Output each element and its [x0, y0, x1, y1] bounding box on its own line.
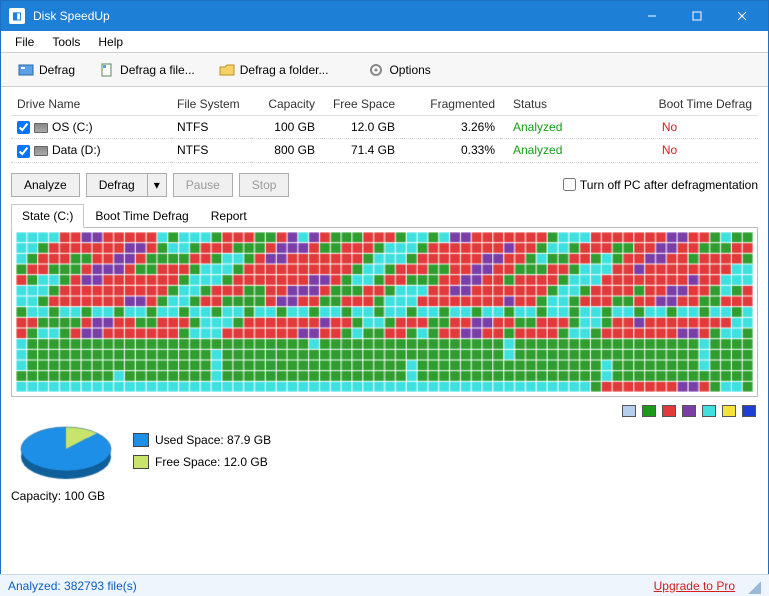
col-boot: Boot Time Defrag [659, 97, 752, 111]
free-space-item: Free Space: 12.0 GB [133, 455, 271, 469]
maximize-button[interactable] [674, 1, 719, 31]
free-swatch [133, 455, 149, 469]
fragmentation-grid [16, 232, 753, 392]
minimize-button[interactable] [629, 1, 674, 31]
free-label: Free Space: 12.0 GB [155, 455, 268, 469]
legend-swatch [702, 405, 716, 417]
capacity-label: Capacity: 100 GB [11, 483, 758, 503]
tab-report[interactable]: Report [200, 204, 258, 228]
legend-swatch [722, 405, 736, 417]
drive-free: 12.0 GB [321, 116, 401, 139]
table-header-row: Drive Name File System Capacity Free Spa… [11, 93, 758, 116]
drive-name: Data (D:) [52, 143, 101, 157]
col-fragmented: Fragmented [430, 97, 495, 111]
menubar: File Tools Help [1, 31, 768, 53]
toolbar-defrag-file-label: Defrag a file... [120, 63, 195, 77]
turnoff-checkbox-label[interactable]: Turn off PC after defragmentation [563, 178, 758, 192]
drive-capacity: 800 GB [251, 139, 321, 162]
col-capacity: Capacity [268, 97, 315, 111]
drive-free: 71.4 GB [321, 139, 401, 162]
toolbar-options[interactable]: Options [359, 57, 439, 83]
drive-boot: No [581, 139, 758, 162]
legend-swatch [662, 405, 676, 417]
drive-capacity: 100 GB [251, 116, 321, 139]
table-row[interactable]: OS (C:) NTFS100 GB12.0 GB3.26%AnalyzedNo [11, 116, 758, 139]
toolbar-defrag-folder[interactable]: Defrag a folder... [210, 57, 338, 83]
folder-icon [219, 62, 235, 78]
action-row: Analyze Defrag ▾ Pause Stop Turn off PC … [11, 163, 758, 203]
used-swatch [133, 433, 149, 447]
col-name: Drive Name [17, 97, 80, 111]
menu-help[interactable]: Help [90, 33, 131, 51]
legend-swatch [682, 405, 696, 417]
drive-status: Analyzed [501, 139, 581, 162]
turnoff-label: Turn off PC after defragmentation [580, 178, 758, 192]
col-status: Status [513, 97, 547, 111]
tabs: State (C:) Boot Time Defrag Report [11, 203, 758, 228]
legend-swatch [742, 405, 756, 417]
drive-icon [34, 123, 48, 133]
resize-grip[interactable] [745, 578, 761, 594]
drive-fs: NTFS [171, 116, 251, 139]
legend-swatch [622, 405, 636, 417]
titlebar: ◧ Disk SpeedUp [1, 1, 768, 31]
drive-name: OS (C:) [52, 120, 93, 134]
drive-status: Analyzed [501, 116, 581, 139]
turnoff-checkbox[interactable] [563, 178, 576, 191]
toolbar-defrag-label: Defrag [39, 63, 75, 77]
file-icon [99, 62, 115, 78]
defrag-dropdown-button[interactable]: ▾ [148, 173, 167, 197]
drive-checkbox[interactable] [17, 121, 30, 134]
menu-file[interactable]: File [7, 33, 42, 51]
statusbar: Analyzed: 382793 file(s) Upgrade to Pro [0, 574, 769, 596]
status-analyzed: Analyzed: 382793 file(s) [8, 579, 137, 593]
space-summary: Used Space: 87.9 GB Free Space: 12.0 GB [11, 417, 758, 483]
close-button[interactable] [719, 1, 764, 31]
toolbar-options-label: Options [389, 63, 430, 77]
drive-fragmented: 0.33% [401, 139, 501, 162]
tab-state[interactable]: State (C:) [11, 204, 84, 228]
drive-checkbox[interactable] [17, 145, 30, 158]
fragmentation-map [11, 227, 758, 397]
analyze-button[interactable]: Analyze [11, 173, 80, 197]
toolbar: Defrag Defrag a file... Defrag a folder.… [1, 53, 768, 87]
legend-swatch [642, 405, 656, 417]
toolbar-defrag-folder-label: Defrag a folder... [240, 63, 329, 77]
toolbar-defrag[interactable]: Defrag [9, 57, 84, 83]
toolbar-defrag-file[interactable]: Defrag a file... [90, 57, 204, 83]
drive-fragmented: 3.26% [401, 116, 501, 139]
drive-fs: NTFS [171, 139, 251, 162]
drive-boot: No [581, 116, 758, 139]
drive-icon [34, 146, 48, 156]
used-space-item: Used Space: 87.9 GB [133, 433, 271, 447]
defrag-button[interactable]: Defrag [86, 173, 148, 197]
app-icon: ◧ [9, 8, 25, 24]
fragmentation-legend [11, 397, 758, 417]
pause-button[interactable]: Pause [173, 173, 233, 197]
defrag-icon [18, 62, 34, 78]
col-fs: File System [177, 97, 240, 111]
upgrade-link[interactable]: Upgrade to Pro [654, 579, 735, 593]
used-label: Used Space: 87.9 GB [155, 433, 271, 447]
col-free: Free Space [333, 97, 395, 111]
window-title: Disk SpeedUp [33, 9, 629, 23]
gear-icon [368, 62, 384, 78]
menu-tools[interactable]: Tools [44, 33, 88, 51]
table-row[interactable]: Data (D:) NTFS800 GB71.4 GB0.33%AnalyzedN… [11, 139, 758, 162]
space-pie-chart [16, 421, 116, 481]
tab-boot[interactable]: Boot Time Defrag [84, 204, 199, 228]
stop-button[interactable]: Stop [239, 173, 290, 197]
drive-table: Drive Name File System Capacity Free Spa… [11, 93, 758, 163]
